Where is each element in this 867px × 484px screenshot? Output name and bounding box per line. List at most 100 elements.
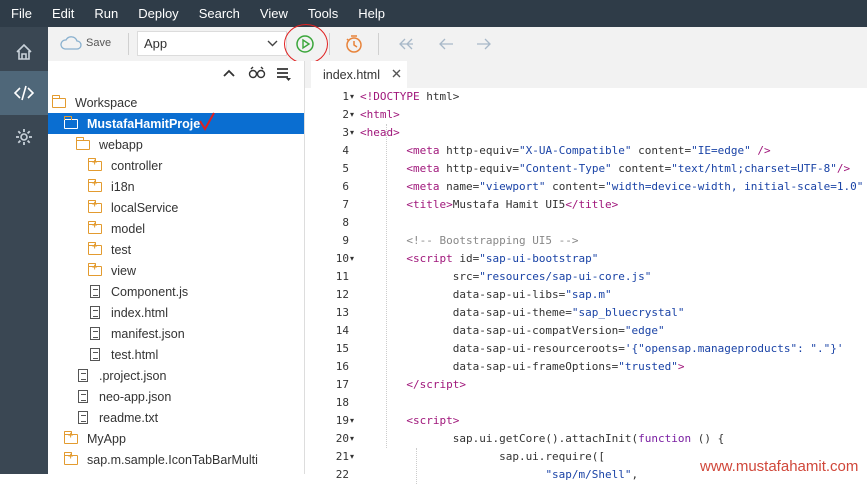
- line-number: 9: [342, 234, 349, 247]
- app-select[interactable]: App: [137, 31, 287, 56]
- fold-toggle-icon[interactable]: ▾: [350, 412, 354, 430]
- collapse-up-icon[interactable]: [222, 66, 236, 83]
- tree-item[interactable]: MustafaHamitProje: [48, 113, 304, 134]
- workspace-tree-header: [48, 61, 304, 89]
- line-number: 14: [335, 324, 349, 337]
- tree-item[interactable]: Workspace: [48, 92, 304, 113]
- watermark: www.mustafahamit.com: [700, 458, 859, 475]
- run-timer-icon[interactable]: [342, 32, 366, 56]
- forward-icon[interactable]: [472, 32, 496, 56]
- menu-bar: File Edit Run Deploy Search View Tools Help: [0, 0, 867, 27]
- line-number: 12: [335, 288, 349, 301]
- fold-toggle-icon[interactable]: ▾: [350, 448, 354, 466]
- line-number: 18: [335, 396, 349, 409]
- code-line: <head>: [360, 126, 400, 139]
- code-line: sap.ui.getCore().attachInit(function () …: [360, 432, 725, 445]
- line-number: 5: [342, 162, 349, 175]
- code-editor[interactable]: <!DOCTYPE html> <html> <head> <meta http-e…: [356, 88, 867, 484]
- code-line: <meta http-equiv="X-UA-Compatible" conte…: [406, 144, 771, 157]
- folder-icon: [87, 241, 103, 257]
- tab-index-html[interactable]: index.html: [311, 61, 407, 88]
- folder-icon: [63, 430, 79, 446]
- tree-item[interactable]: i18n: [48, 176, 304, 197]
- tree-item[interactable]: .project.json: [48, 365, 304, 386]
- toolbar-divider: [378, 33, 379, 55]
- code-line: </script>: [406, 378, 466, 391]
- indent-guide: [416, 448, 417, 484]
- line-number: 11: [335, 270, 349, 283]
- save-label: Save: [86, 37, 112, 49]
- code-line: <script id="sap-ui-bootstrap": [406, 252, 599, 265]
- menu-item-tools[interactable]: Tools: [297, 0, 347, 27]
- back-icon[interactable]: [434, 32, 458, 56]
- menu-item-edit[interactable]: Edit: [41, 0, 83, 27]
- fold-toggle-icon[interactable]: ▾: [350, 88, 354, 106]
- link-editor-icon[interactable]: [248, 66, 266, 83]
- folder-icon: [87, 157, 103, 173]
- tree-item-label: neo-app.json: [99, 389, 172, 404]
- save-button[interactable]: Save: [60, 36, 111, 50]
- code-line: <meta http-equiv="Content-Type" content=…: [406, 162, 851, 175]
- tree-item[interactable]: webapp: [48, 134, 304, 155]
- tree-item[interactable]: localService: [48, 197, 304, 218]
- back-to-start-icon[interactable]: [394, 32, 418, 56]
- folder-icon: [87, 199, 103, 215]
- folder-icon: [87, 178, 103, 194]
- menu-item-file[interactable]: File: [0, 0, 41, 27]
- code-icon[interactable]: [0, 71, 48, 115]
- run-highlight-annotation: [284, 24, 328, 64]
- tree-item[interactable]: controller: [48, 155, 304, 176]
- file-icon: [87, 348, 103, 362]
- menu-item-search[interactable]: Search: [188, 0, 249, 27]
- line-number: 22: [335, 468, 349, 481]
- close-icon[interactable]: [392, 69, 401, 81]
- line-number: 4: [342, 144, 349, 157]
- tree-item[interactable]: MyApp: [48, 428, 304, 449]
- line-number: 13: [335, 306, 349, 319]
- tree-item-label: i18n: [111, 179, 135, 194]
- file-icon: [75, 411, 91, 425]
- line-number: 16: [335, 360, 349, 373]
- menu-item-deploy[interactable]: Deploy: [127, 0, 187, 27]
- menu-item-help[interactable]: Help: [347, 0, 394, 27]
- code-line: data-sap-ui-libs="sap.m": [360, 288, 612, 301]
- tree-item[interactable]: test: [48, 239, 304, 260]
- code-line: "sap/m/Shell",: [545, 468, 639, 481]
- tree-item[interactable]: Component.js: [48, 281, 304, 302]
- tree-item-label: controller: [111, 158, 163, 173]
- tree-item[interactable]: readme.txt: [48, 407, 304, 428]
- tree-item[interactable]: neo-app.json: [48, 386, 304, 407]
- line-number: 21: [335, 450, 349, 463]
- tree-item-label: test: [111, 242, 132, 257]
- fold-toggle-icon[interactable]: ▾: [350, 250, 354, 268]
- code-line: src="resources/sap-ui-core.js": [360, 270, 652, 283]
- toolbar: Save App: [48, 27, 867, 62]
- line-number: 15: [335, 342, 349, 355]
- tree-menu-icon[interactable]: [276, 66, 292, 85]
- tree-item[interactable]: test.html: [48, 344, 304, 365]
- fold-toggle-icon[interactable]: ▾: [350, 106, 354, 124]
- line-number: 1: [342, 90, 349, 103]
- tree-item[interactable]: sap.m.sample.IconTabBarMulti: [48, 449, 304, 470]
- menu-item-view[interactable]: View: [249, 0, 297, 27]
- tree-item-label: test.html: [111, 347, 159, 362]
- home-icon[interactable]: [0, 30, 48, 74]
- tree-item[interactable]: manifest.json: [48, 323, 304, 344]
- folder-icon: [63, 115, 79, 131]
- gear-icon[interactable]: [0, 115, 48, 159]
- line-number: 20: [335, 432, 349, 445]
- indent-guide: [386, 124, 387, 448]
- tree-item-label: MustafaHamitProje: [87, 116, 201, 131]
- tree-item[interactable]: model: [48, 218, 304, 239]
- left-sidebar: [0, 27, 48, 474]
- tree-item[interactable]: index.html: [48, 302, 304, 323]
- menu-item-run[interactable]: Run: [83, 0, 127, 27]
- file-icon: [75, 390, 91, 404]
- tree-item[interactable]: view: [48, 260, 304, 281]
- checkmark-annotation: [198, 112, 216, 135]
- code-line: data-sap-ui-theme="sap_bluecrystal": [360, 306, 685, 319]
- fold-toggle-icon[interactable]: ▾: [350, 124, 354, 142]
- tree-item-label: Component.js: [111, 284, 189, 299]
- code-line: <script>: [406, 414, 460, 427]
- fold-toggle-icon[interactable]: ▾: [350, 430, 354, 448]
